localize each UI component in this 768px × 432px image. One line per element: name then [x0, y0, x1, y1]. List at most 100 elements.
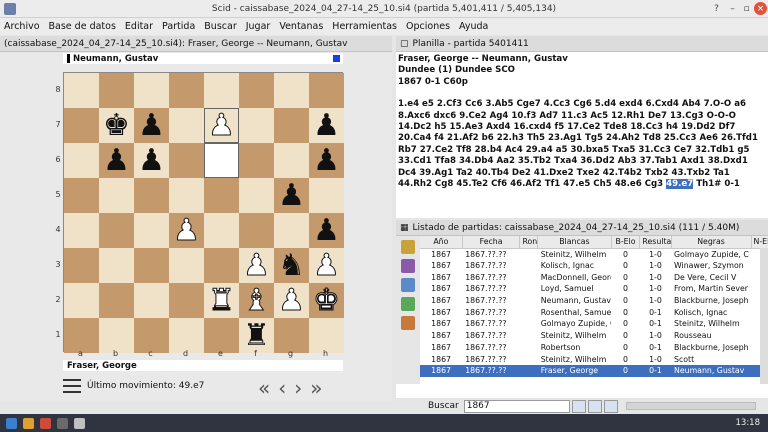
next-move-icon[interactable]: ›: [294, 376, 302, 400]
goto-icon[interactable]: [603, 399, 618, 413]
table-row[interactable]: 1867 1867.??.?? Robertson 0 0-1 Blackburne, J…: [420, 342, 768, 354]
book-icon[interactable]: [401, 240, 415, 254]
white-pawn-icon[interactable]: ♟: [243, 250, 271, 281]
square-c8[interactable]: [134, 73, 169, 108]
square-b4[interactable]: [99, 213, 134, 248]
horizontal-scrollbar[interactable]: [625, 402, 756, 410]
minimize-icon[interactable]: –: [726, 2, 739, 15]
table-row[interactable]: 1867 1867.??.?? Fraser, George 0 0-1 Neumann,…: [420, 364, 768, 377]
square-g6[interactable]: [274, 143, 309, 178]
filter-icon[interactable]: [401, 259, 415, 273]
square-a3[interactable]: [64, 248, 99, 283]
square-d2[interactable]: [169, 283, 204, 318]
square-f2[interactable]: ♝: [239, 283, 274, 318]
square-g7[interactable]: [274, 108, 309, 143]
table-row[interactable]: 1867 1867.??.?? Steinitz, Wilhelm 0 1-0 Rouss…: [420, 330, 768, 342]
square-a6[interactable]: [64, 143, 99, 178]
menu-partida[interactable]: Partida: [162, 21, 195, 32]
menu-editar[interactable]: Editar: [125, 21, 153, 32]
table-row[interactable]: 1867 1867.??.?? Neumann, Gustav 0 1-0 Blackbu…: [420, 295, 768, 307]
current-move[interactable]: 49.e7: [666, 179, 694, 190]
game-list-table[interactable]: AñoFechaRonBlancasB-EloResultaNegrasN-El…: [420, 236, 768, 377]
square-h3[interactable]: ♟: [309, 248, 344, 283]
refresh-icon[interactable]: [587, 399, 602, 413]
white-rook-icon[interactable]: ♜: [208, 285, 236, 316]
menu-herramientas[interactable]: Herramientas: [332, 21, 397, 32]
square-d7[interactable]: [169, 108, 204, 143]
square-a1[interactable]: [64, 318, 99, 353]
table-row[interactable]: 1867 1867.??.?? MacDonnell, George 0 1-0 De V…: [420, 271, 768, 283]
square-d8[interactable]: [169, 73, 204, 108]
square-a4[interactable]: [64, 213, 99, 248]
square-c1[interactable]: [134, 318, 169, 353]
column-header[interactable]: Negras: [671, 236, 752, 249]
game-list-scrollbar[interactable]: [760, 248, 768, 384]
black-rook-icon[interactable]: ♜: [243, 320, 270, 351]
square-g5[interactable]: ♟: [274, 178, 309, 213]
black-king-icon[interactable]: ♚: [103, 110, 130, 141]
chart-icon[interactable]: [401, 297, 415, 311]
square-c2[interactable]: [134, 283, 169, 318]
square-h5[interactable]: [309, 178, 344, 213]
black-pawn-icon[interactable]: ♟: [103, 145, 130, 176]
square-c5[interactable]: [134, 178, 169, 213]
search-input[interactable]: 1867: [463, 399, 570, 413]
square-a7[interactable]: [64, 108, 99, 143]
square-d5[interactable]: [169, 178, 204, 213]
square-c7[interactable]: ♟: [134, 108, 169, 143]
chess-app-icon[interactable]: [74, 417, 85, 429]
chess-board[interactable]: ♚ ♟ ♟ ♟ ♟ ♟ ♟ ♟ ♟ ♟ ♟ ♞ ♟ ♜ ♝ ♟ ♚ ♜: [63, 72, 344, 353]
white-pawn-icon[interactable]: ♟: [208, 110, 236, 141]
white-king-icon[interactable]: ♚: [313, 285, 341, 316]
menu-archivo[interactable]: Archivo: [4, 21, 40, 32]
game-list-tab[interactable]: ▦ Listado de partidas: caissabase_2024_0…: [396, 220, 768, 236]
square-g4[interactable]: [274, 213, 309, 248]
black-pawn-icon[interactable]: ♟: [313, 145, 340, 176]
square-b1[interactable]: [99, 318, 134, 353]
prev-move-icon[interactable]: ‹: [278, 376, 286, 400]
square-a8[interactable]: [64, 73, 99, 108]
square-c6[interactable]: ♟: [134, 143, 169, 178]
square-b6[interactable]: ♟: [99, 143, 134, 178]
square-c4[interactable]: [134, 213, 169, 248]
board-icon[interactable]: [401, 316, 415, 330]
square-f8[interactable]: [239, 73, 274, 108]
square-e1[interactable]: [204, 318, 239, 353]
black-pawn-icon[interactable]: ♟: [138, 110, 165, 141]
square-d1[interactable]: [169, 318, 204, 353]
square-b2[interactable]: [99, 283, 134, 318]
menu-buscar[interactable]: Buscar: [204, 21, 236, 32]
maximize-icon[interactable]: ▫: [740, 2, 753, 15]
column-header[interactable]: Blancas: [537, 236, 612, 249]
search-zoom-icon[interactable]: [571, 399, 586, 413]
square-e3[interactable]: [204, 248, 239, 283]
white-pawn-icon[interactable]: ♟: [173, 215, 201, 246]
moves-before[interactable]: 1.e4 e5 2.Cf3 Cc6 3.Ab5 Cge7 4.Cc3 Cg6 5…: [398, 99, 758, 189]
square-h2[interactable]: ♚: [309, 283, 344, 318]
black-pawn-icon[interactable]: ♟: [313, 215, 340, 246]
menu-ventanas[interactable]: Ventanas: [279, 21, 323, 32]
goto-end-icon[interactable]: »: [310, 376, 322, 400]
square-b3[interactable]: [99, 248, 134, 283]
black-pawn-icon[interactable]: ♟: [138, 145, 165, 176]
column-header[interactable]: Fecha: [462, 236, 521, 249]
hamburger-menu-icon[interactable]: [63, 379, 81, 393]
square-h6[interactable]: ♟: [309, 143, 344, 178]
help-icon[interactable]: ?: [710, 2, 723, 15]
square-d6[interactable]: [169, 143, 204, 178]
black-pawn-icon[interactable]: ♟: [278, 180, 305, 211]
column-header[interactable]: Resulta: [639, 236, 672, 249]
square-d4[interactable]: ♟: [169, 213, 204, 248]
square-h4[interactable]: ♟: [309, 213, 344, 248]
square-f4[interactable]: [239, 213, 274, 248]
column-header[interactable]: B-Elo: [611, 236, 641, 249]
square-f7[interactable]: [239, 108, 274, 143]
square-e7[interactable]: ♟: [204, 108, 239, 143]
square-e8[interactable]: [204, 73, 239, 108]
black-pawn-icon[interactable]: ♟: [313, 110, 340, 141]
square-f5[interactable]: [239, 178, 274, 213]
white-pawn-icon[interactable]: ♟: [313, 250, 341, 281]
menu-opciones[interactable]: Opciones: [406, 21, 450, 32]
square-e6[interactable]: [204, 143, 239, 178]
terminal-icon[interactable]: [57, 417, 68, 429]
